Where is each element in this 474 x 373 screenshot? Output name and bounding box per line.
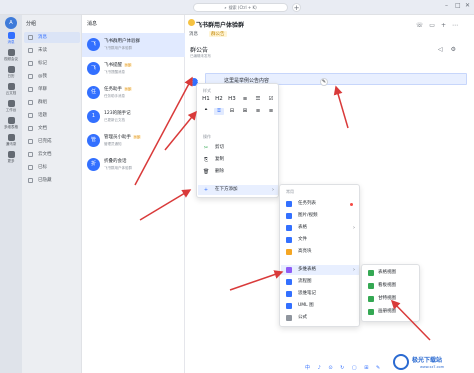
arrow-to-handle — [134, 76, 193, 186]
arrow-to-bitable — [229, 270, 284, 291]
arrow-to-comment — [333, 85, 349, 129]
arrow-to-view — [390, 299, 431, 341]
arrow-to-insert — [139, 189, 192, 221]
arrow-to-style — [164, 110, 197, 151]
annotation-arrows — [134, 76, 431, 341]
